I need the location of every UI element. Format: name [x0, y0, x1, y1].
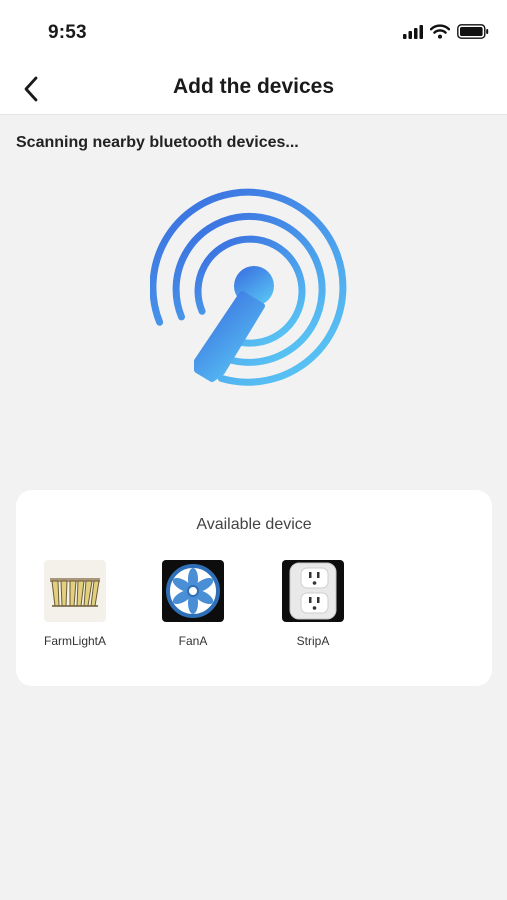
- grow-light-icon: [44, 560, 106, 622]
- device-item-farmlighta[interactable]: FarmLightA: [30, 560, 120, 648]
- device-item-stripa[interactable]: StripA: [268, 560, 358, 648]
- wifi-icon: [430, 24, 450, 39]
- available-devices-title: Available device: [196, 516, 312, 533]
- radar-scan-icon: [150, 188, 347, 386]
- power-strip-icon: [282, 560, 344, 622]
- available-devices-card: Available device FarmLightA FanA StripA: [16, 490, 492, 686]
- device-label: StripA: [296, 634, 330, 648]
- nav-bar: Add the devices: [0, 64, 507, 115]
- status-bar: 9:53: [0, 0, 507, 64]
- device-item-fana[interactable]: FanA: [148, 560, 238, 648]
- fan-icon: [162, 560, 224, 622]
- battery-icon: [457, 24, 489, 39]
- signal-icon: [403, 24, 423, 39]
- page-title: Add the devices: [172, 75, 335, 98]
- status-icons: [403, 24, 489, 39]
- device-label: FanA: [178, 634, 208, 648]
- scan-status-text: Scanning nearby bluetooth devices...: [16, 134, 299, 151]
- status-time: 9:53: [48, 22, 87, 43]
- device-label: FarmLightA: [43, 634, 107, 648]
